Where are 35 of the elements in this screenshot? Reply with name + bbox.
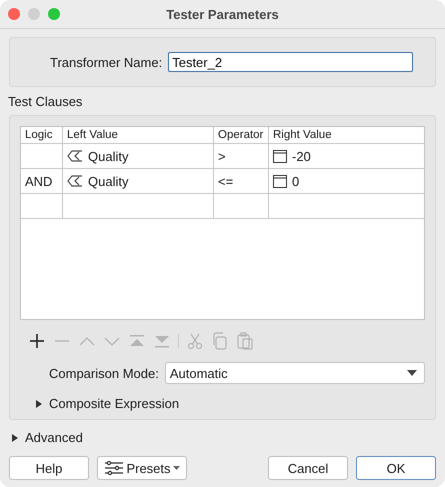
caret-icon (172, 466, 180, 470)
attribute-icon (67, 175, 83, 187)
table-cell: Quality (88, 148, 128, 164)
composite-expression-expander[interactable]: Composite Expression (36, 396, 425, 411)
zoom-button[interactable] (48, 8, 60, 20)
section-title: Test Clauses (8, 94, 84, 109)
table-cell: > (214, 144, 269, 169)
dropdown-caret-icon (407, 370, 417, 376)
minimize-button[interactable] (28, 8, 40, 20)
value-icon (273, 150, 287, 162)
field-label: Comparison Mode: (49, 366, 159, 380)
transformer-name-field[interactable]: Tester_2 (168, 52, 414, 72)
column-header[interactable]: Operator (214, 127, 269, 144)
table-cell: 0 (292, 174, 300, 188)
attribute-icon (67, 150, 83, 162)
column-header[interactable]: Right Value (269, 127, 424, 144)
comparison-mode-dropdown[interactable]: Automatic (164, 362, 425, 384)
presets-button[interactable]: Presets (97, 456, 187, 480)
table-cell (214, 194, 269, 219)
table-cell: -20 (292, 148, 311, 164)
sliders-icon (104, 461, 124, 475)
column-header[interactable]: Left Value (63, 127, 214, 144)
cancel-button[interactable]: Cancel (268, 456, 348, 480)
advanced-expander[interactable]: Advanced (12, 430, 436, 445)
table-cell: AND (21, 169, 63, 194)
table-cell: <= (214, 169, 269, 194)
ok-button[interactable]: OK (356, 456, 436, 480)
field-label: Transformer Name: (50, 54, 162, 70)
add-icon[interactable] (28, 332, 46, 350)
value-icon (273, 174, 287, 188)
help-button[interactable]: Help (9, 456, 89, 480)
window-title: Tester Parameters (166, 6, 279, 22)
column-header[interactable]: Logic (21, 127, 63, 144)
close-button[interactable] (8, 8, 20, 20)
table-cell: Quality (88, 174, 128, 188)
